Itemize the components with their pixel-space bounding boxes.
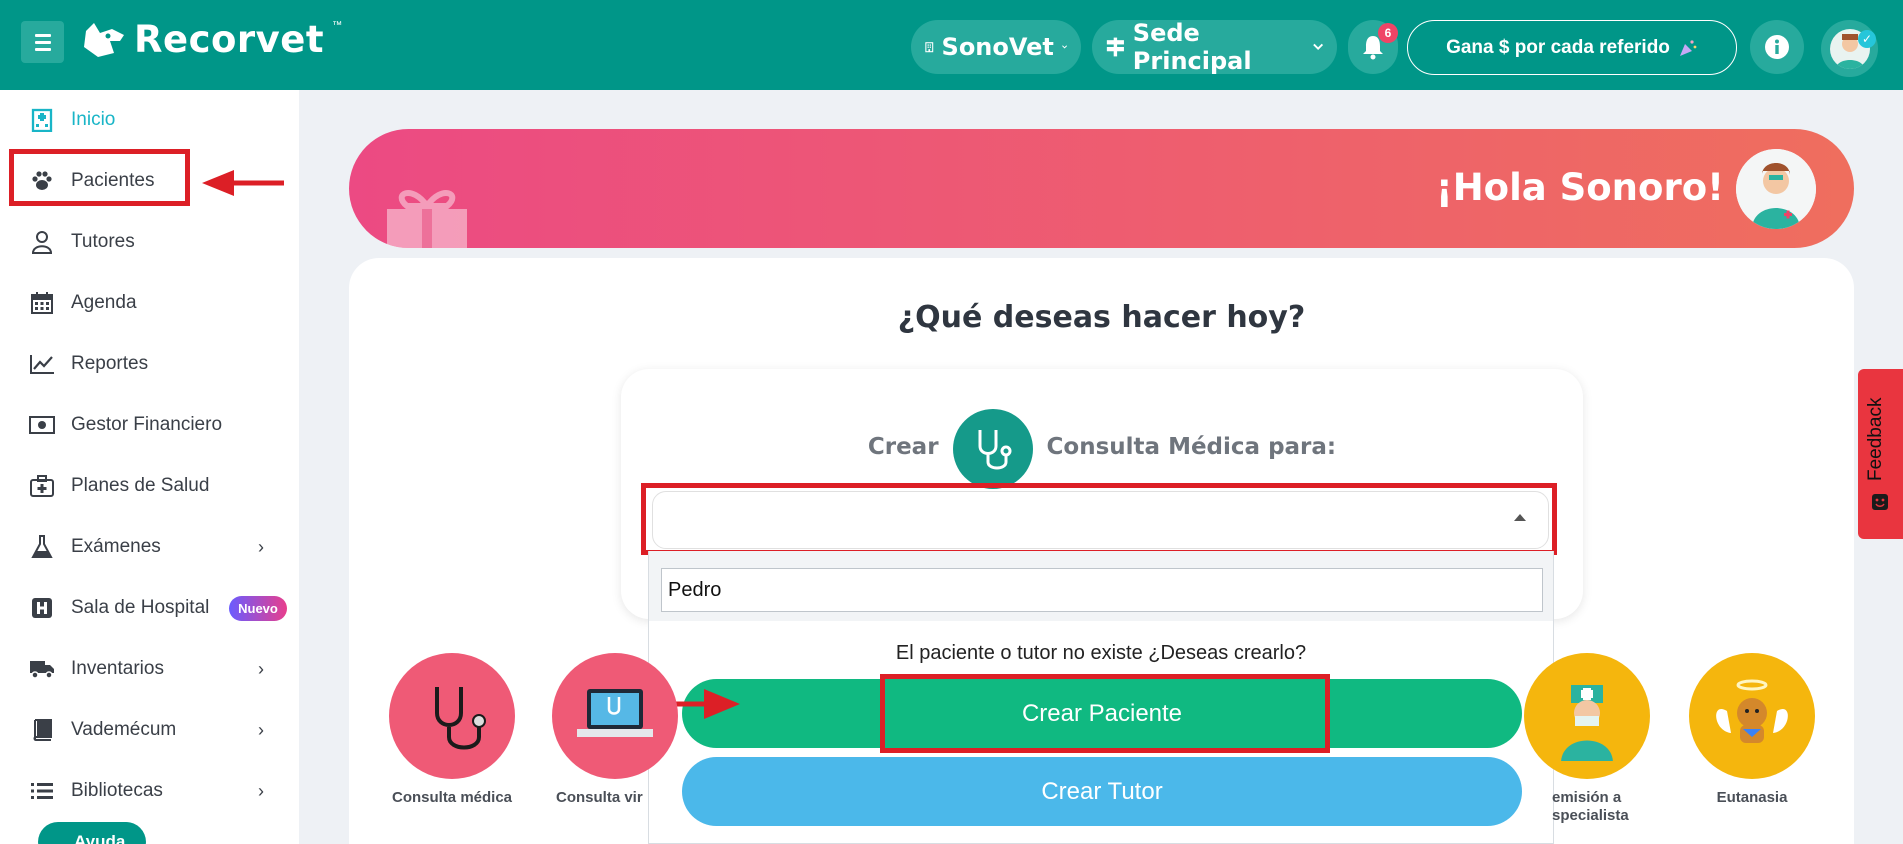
sidebar-item-examenes[interactable]: Exámenes › bbox=[0, 522, 299, 572]
action-label: Consulta médica bbox=[391, 789, 513, 806]
annotation-highlight-box bbox=[9, 149, 190, 206]
sidebar-item-vademecum[interactable]: Vademécum › bbox=[0, 705, 299, 755]
create-prefix-label: Crear bbox=[867, 434, 939, 460]
page-title: ¿Qué deseas hacer hoy? bbox=[897, 300, 1306, 335]
info-icon bbox=[1765, 35, 1789, 59]
sidebar-item-bibliotecas[interactable]: Bibliotecas › bbox=[0, 766, 299, 816]
chevron-right-icon: › bbox=[258, 780, 264, 801]
stethoscope-icon bbox=[952, 409, 1033, 489]
stethoscope-icon bbox=[389, 653, 515, 779]
book-icon bbox=[28, 716, 56, 744]
referral-button[interactable]: Gana $ por cada referido bbox=[1407, 20, 1737, 75]
sidebar-item-label: Exámenes bbox=[71, 536, 161, 557]
clinic-name: SonoVet bbox=[941, 33, 1054, 61]
referral-label: Gana $ por cada referido bbox=[1446, 36, 1670, 58]
medkit-icon bbox=[28, 472, 56, 500]
chart-line-icon bbox=[28, 350, 56, 378]
doctor-icon bbox=[1524, 653, 1650, 779]
help-label: Ayuda bbox=[74, 832, 126, 844]
sidebar-item-inventarios[interactable]: Inventarios › bbox=[0, 644, 299, 694]
sidebar-item-label: Sala de Hospital bbox=[71, 597, 210, 618]
create-tutor-button[interactable]: Crear Tutor bbox=[682, 757, 1522, 826]
brand-logo[interactable]: Recorvet ™ bbox=[80, 18, 342, 61]
annotation-highlight-box bbox=[880, 674, 1330, 753]
sidebar-item-agenda[interactable]: Agenda bbox=[0, 278, 299, 328]
hamburger-icon bbox=[34, 33, 51, 37]
greeting-banner: ¡Hola Sonoro! bbox=[349, 129, 1854, 248]
menu-toggle-button[interactable] bbox=[21, 21, 64, 63]
money-bill-icon bbox=[28, 411, 56, 439]
no-results-message: El paciente o tutor no existe ¿Deseas cr… bbox=[895, 642, 1307, 664]
sidebar-item-planes-de-salud[interactable]: Planes de Salud bbox=[0, 461, 299, 511]
chat-smile-icon bbox=[1872, 494, 1888, 510]
signpost-icon bbox=[1106, 37, 1124, 57]
angel-dog-icon bbox=[1689, 653, 1815, 779]
chevron-right-icon: › bbox=[258, 658, 264, 679]
sidebar-item-label: Tutores bbox=[71, 231, 135, 252]
hospital-icon bbox=[28, 106, 56, 134]
top-navbar: Recorvet ™ SonoVet Sede Principal 6 Gana… bbox=[0, 0, 1903, 90]
user-avatar-button[interactable] bbox=[1821, 20, 1878, 77]
annotation-arrow-left-icon bbox=[202, 170, 284, 196]
truck-icon bbox=[28, 655, 56, 683]
list-icon bbox=[28, 777, 56, 805]
chevron-right-icon: › bbox=[258, 719, 264, 740]
sidebar-item-label: Vademécum bbox=[71, 719, 177, 740]
sidebar-item-gestor-financiero[interactable]: Gestor Financiero bbox=[0, 400, 299, 450]
sidebar-item-label: Bibliotecas bbox=[71, 780, 163, 801]
action-consulta-medica[interactable]: Consulta médica bbox=[389, 653, 515, 806]
greeting-title: ¡Hola Sonoro! bbox=[1435, 166, 1724, 209]
branch-selector[interactable]: Sede Principal bbox=[1092, 19, 1337, 75]
party-popper-icon bbox=[1679, 39, 1697, 56]
avatar bbox=[1736, 149, 1816, 229]
action-remision-especialista[interactable]: emisión a specialista bbox=[1524, 653, 1650, 824]
feedback-tab[interactable]: Feedback bbox=[1858, 369, 1903, 539]
sidebar-item-label: Gestor Financiero bbox=[71, 414, 223, 435]
sidebar-item-label: Inventarios bbox=[71, 658, 164, 679]
brand-trademark: ™ bbox=[332, 20, 343, 31]
doctor-avatar-icon bbox=[1736, 149, 1816, 229]
sidebar-item-reportes[interactable]: Reportes bbox=[0, 339, 299, 389]
notifications-button[interactable]: 6 bbox=[1348, 20, 1398, 74]
info-button[interactable] bbox=[1750, 20, 1804, 74]
sidebar-item-tutores[interactable]: Tutores bbox=[0, 217, 299, 267]
laptop-icon bbox=[552, 653, 678, 779]
sidebar-item-label: Agenda bbox=[71, 292, 137, 313]
chevron-down-icon bbox=[1312, 43, 1323, 51]
action-label: Consulta vir bbox=[556, 789, 643, 806]
flask-icon bbox=[28, 533, 56, 561]
chevron-right-icon: › bbox=[258, 536, 264, 557]
sidebar-item-label: Reportes bbox=[71, 353, 149, 374]
annotation-highlight-box bbox=[641, 483, 1557, 555]
action-eutanasia[interactable]: Eutanasia bbox=[1689, 653, 1815, 806]
sidebar-item-sala-de-hospital[interactable]: Sala de Hospital Nuevo bbox=[0, 583, 299, 633]
notification-count-badge: 6 bbox=[1378, 23, 1398, 43]
help-button[interactable]: Ayuda bbox=[38, 822, 146, 844]
dog-logo-icon bbox=[84, 22, 124, 57]
building-icon bbox=[925, 42, 934, 53]
dropdown-search-input[interactable] bbox=[661, 568, 1543, 612]
sidebar-item-label: Planes de Salud bbox=[71, 475, 210, 496]
chevron-down-icon bbox=[1061, 45, 1067, 49]
gift-icon bbox=[387, 190, 467, 248]
sidebar-item-label: Inicio bbox=[71, 109, 116, 130]
hospital-h-icon bbox=[28, 594, 56, 622]
sidebar-item-inicio[interactable]: Inicio bbox=[0, 95, 299, 145]
create-suffix-label: Consulta Médica para: bbox=[1046, 434, 1337, 460]
feedback-label: Feedback bbox=[1865, 397, 1886, 481]
user-icon bbox=[28, 228, 56, 256]
brand-name: Recorvet bbox=[134, 18, 325, 61]
verified-check-icon: ✓ bbox=[1858, 30, 1876, 48]
action-label: Eutanasia bbox=[1716, 789, 1788, 806]
branch-name: Sede Principal bbox=[1132, 19, 1252, 75]
clinic-selector[interactable]: SonoVet bbox=[911, 20, 1081, 74]
action-consulta-virtual[interactable]: Consulta vir bbox=[552, 653, 678, 806]
new-badge: Nuevo bbox=[229, 595, 287, 621]
calendar-icon bbox=[28, 289, 56, 317]
